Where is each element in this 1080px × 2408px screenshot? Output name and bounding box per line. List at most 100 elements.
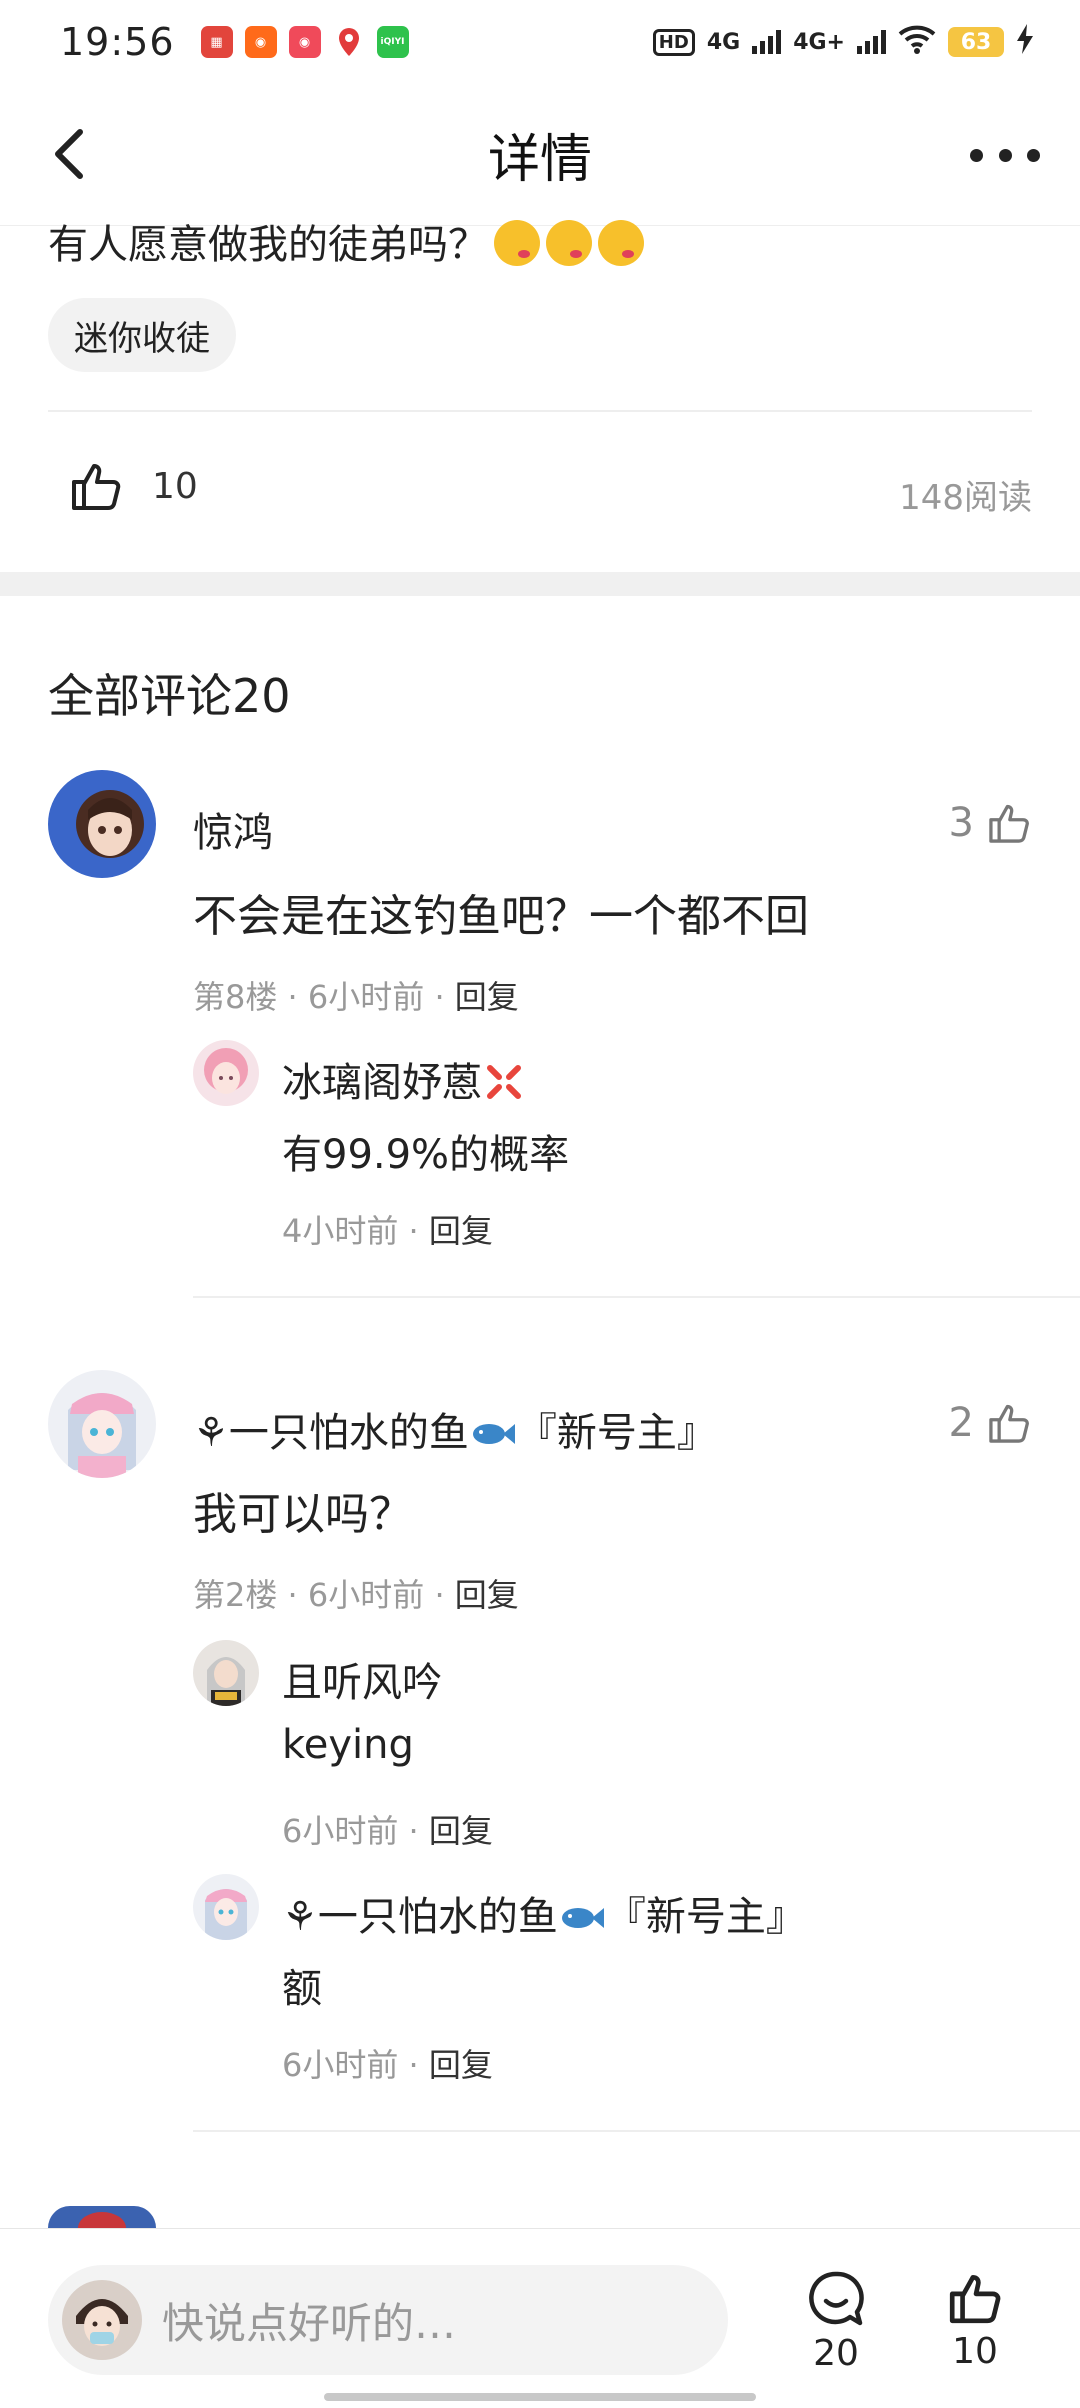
avatar[interactable] — [193, 1040, 259, 1106]
flower-icon: ⚘ — [282, 1894, 318, 1940]
post-text: 有人愿意做我的徒弟吗？ — [48, 212, 644, 270]
likes-count: 10 — [952, 2331, 998, 2372]
comments-section-title: 全部评论20 — [48, 669, 291, 723]
comment-author[interactable]: 惊鸿 — [193, 800, 273, 858]
reply-meta: 6小时前 · 回复 — [282, 2046, 493, 2084]
read-count: 148阅读 — [899, 478, 1032, 518]
avatar[interactable] — [48, 2206, 156, 2228]
comment-bubble-icon — [809, 2271, 864, 2326]
wifi-icon — [898, 24, 936, 60]
comment-like-button[interactable]: 3 — [949, 800, 1032, 846]
comment-text: 不会是在这钓鱼吧？一个都不回 — [193, 891, 809, 942]
iqiyi-icon: iQIYI — [376, 26, 409, 58]
fish-emoji-icon — [561, 1908, 604, 1928]
section-separator — [0, 572, 1080, 596]
signal-icon — [752, 30, 782, 54]
kiss-emoji-icon — [494, 220, 540, 266]
comment-input[interactable]: 快说点好听的… — [48, 2265, 728, 2375]
comment-like-count: 2 — [948, 1400, 974, 1446]
comments-button[interactable]: 20 — [806, 2269, 866, 2374]
map-pin-icon — [333, 26, 365, 58]
back-button[interactable] — [40, 124, 100, 184]
notification-icons: ▦ ◉ ◉ iQIYI — [200, 26, 409, 58]
avatar[interactable] — [193, 1640, 259, 1706]
avatar[interactable] — [48, 1370, 156, 1478]
app-notification-icon: ◉ — [288, 26, 321, 58]
bottom-action-bar: 快说点好听的… 20 10 — [0, 2228, 1080, 2408]
reply-author[interactable]: ⚘一只怕水的鱼 『新号主』 — [282, 1884, 806, 1942]
reply-author[interactable]: 冰璃阁妤蒽 — [282, 1050, 526, 1108]
more-options-button[interactable] — [970, 130, 1040, 180]
topic-tag[interactable]: 迷你收徒 — [48, 298, 236, 372]
reply-meta: 4小时前 · 回复 — [282, 1212, 493, 1250]
reply-button[interactable]: 回复 — [429, 1212, 493, 1250]
home-indicator[interactable] — [324, 2393, 756, 2401]
app-notification-icon: ▦ — [200, 26, 233, 58]
thumbs-up-icon — [989, 804, 1029, 843]
more-dot-icon — [998, 148, 1012, 162]
status-bar: 19:56 ▦ ◉ ◉ iQIYI HD 4G 4G+ 63 — [0, 0, 1080, 84]
anger-emoji-icon — [487, 1065, 521, 1099]
reply-time: 4小时前 — [282, 1212, 399, 1250]
more-dot-icon — [1027, 148, 1040, 162]
charging-icon — [1016, 24, 1034, 60]
reply-author-name: 一只怕水的鱼 — [317, 1894, 558, 1940]
user-avatar — [62, 2280, 142, 2360]
kiss-emoji-icon — [546, 220, 592, 266]
divider — [193, 2130, 1080, 2132]
reply-time: 6小时前 — [282, 1812, 399, 1850]
comment-meta: 第2楼 · 6小时前 · 回复 — [193, 1576, 519, 1614]
like-button[interactable]: 10 — [946, 2269, 1004, 2372]
kiss-emoji-icon — [598, 220, 644, 266]
signal-icon — [857, 30, 886, 54]
comment-time: 6小时前 — [307, 1576, 425, 1614]
reply-button[interactable]: 回复 — [455, 1576, 519, 1614]
battery-indicator: 63 — [948, 27, 1004, 57]
comment-meta: 第8楼 · 6小时前 · 回复 — [193, 978, 519, 1016]
chevron-left-icon — [55, 129, 83, 179]
comment-like-count: 3 — [948, 800, 974, 846]
app-notification-icon: ◉ — [244, 26, 277, 58]
reply-meta: 6小时前 · 回复 — [282, 1812, 493, 1850]
fish-emoji-icon — [472, 1424, 515, 1444]
divider — [193, 1296, 1080, 1298]
comment-text: 我可以吗？ — [193, 1489, 413, 1540]
reply-button[interactable]: 回复 — [455, 978, 519, 1016]
reply-button[interactable]: 回复 — [429, 1812, 493, 1850]
divider — [48, 410, 1032, 412]
more-dot-icon — [970, 148, 983, 162]
reply-author[interactable]: 且听风吟 — [282, 1650, 442, 1708]
comment-like-button[interactable]: 2 — [949, 1400, 1032, 1446]
network-label: 4G+ — [793, 29, 845, 55]
flower-icon: ⚘ — [193, 1410, 229, 1456]
status-indicators: HD 4G 4G+ 63 — [652, 24, 1034, 60]
thumbs-up-icon — [72, 464, 121, 510]
post-like-button[interactable]: 10 — [68, 458, 198, 514]
comment-author[interactable]: ⚘一只怕水的鱼 『新号主』 — [193, 1400, 717, 1458]
comment-author-name: 一只怕水的鱼 — [228, 1410, 469, 1456]
comment-time: 6小时前 — [307, 978, 425, 1016]
comment-input-placeholder: 快说点好听的… — [162, 2298, 457, 2348]
page-title: 详情 — [487, 130, 592, 190]
status-time: 19:56 — [60, 20, 175, 64]
reply-time: 6小时前 — [282, 2046, 399, 2084]
post-like-count: 10 — [152, 465, 198, 507]
comment-author-suffix: 『新号主』 — [516, 1410, 717, 1456]
reply-author-suffix: 『新号主』 — [605, 1894, 806, 1940]
reply-author-name: 冰璃阁妤蒽 — [282, 1060, 482, 1106]
hd-indicator: HD — [652, 28, 695, 56]
thumbs-up-icon — [989, 1404, 1029, 1443]
comments-count: 20 — [813, 2333, 859, 2374]
comment-floor: 第8楼 — [193, 978, 278, 1016]
reply-text: 有99.9%的概率 — [282, 1132, 570, 1178]
avatar[interactable] — [48, 770, 156, 878]
reply-text: 额 — [282, 1966, 322, 2012]
post-text-content: 有人愿意做我的徒弟吗？ — [48, 222, 488, 268]
avatar[interactable] — [193, 1874, 259, 1940]
reply-text: keying — [282, 1722, 414, 1768]
comment-floor: 第2楼 — [193, 1576, 278, 1614]
reply-button[interactable]: 回复 — [429, 2046, 493, 2084]
page-header: 详情 — [0, 84, 1080, 226]
thumbs-up-icon — [949, 2274, 1001, 2324]
network-label: 4G — [706, 29, 741, 55]
